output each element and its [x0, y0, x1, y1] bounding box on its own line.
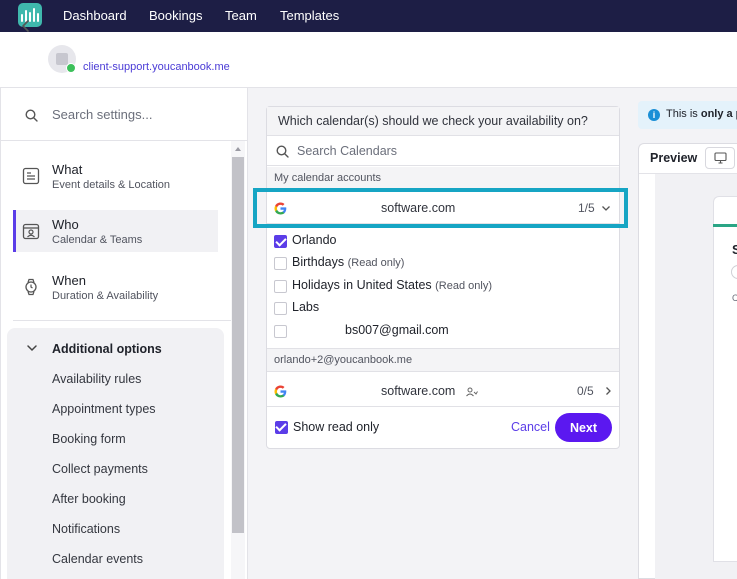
google-icon: [274, 385, 287, 398]
preview-heading: S: [732, 242, 737, 257]
calendar-checkbox[interactable]: [274, 325, 287, 338]
calendar-search-placeholder: Search Calendars: [297, 144, 398, 158]
calendar-checkbox[interactable]: [274, 257, 287, 270]
sidebar-item-subtitle: Calendar & Teams: [52, 234, 143, 246]
sidebar-item-title: Who: [52, 217, 79, 232]
search-icon: [25, 109, 38, 122]
show-read-only-checkbox[interactable]: [275, 421, 288, 434]
calendar-checkbox[interactable]: [274, 235, 287, 248]
calendar-question-text: Which calendar(s) should we check your a…: [278, 114, 588, 128]
document-icon: [22, 167, 40, 185]
nav-dashboard[interactable]: Dashboard: [63, 8, 127, 23]
info-banner-text: This is: [666, 108, 698, 120]
group-label-second-account: orlando+2@youcanbook.me: [267, 348, 619, 372]
shared-users-icon: [466, 387, 478, 397]
calendar-item-label: Holidays in United States: [292, 278, 432, 292]
sidebar-item-title: What: [52, 162, 83, 177]
sidebar-divider: [13, 320, 231, 321]
settings-search[interactable]: Search settings...: [0, 88, 248, 141]
additional-item-appointment-types[interactable]: Appointment types: [52, 402, 156, 416]
read-only-tag: (Read only): [347, 257, 405, 269]
monitor-icon: [714, 152, 727, 164]
info-banner-bold: only a p: [700, 108, 737, 120]
chevron-down-icon[interactable]: [26, 342, 38, 354]
sidebar-item-title: When: [52, 273, 86, 288]
additional-options-section: [7, 328, 224, 579]
next-button[interactable]: Next: [555, 413, 612, 442]
sidebar-item-when[interactable]: When Duration & Availability: [13, 266, 218, 308]
selected-account-highlight: [253, 188, 628, 228]
calendar-checkbox[interactable]: [274, 302, 287, 315]
calendar-search-input[interactable]: Search Calendars: [267, 137, 619, 166]
online-status-dot: [66, 63, 76, 73]
tab-preview[interactable]: Preview: [650, 151, 697, 165]
show-read-only-label: Show read only: [293, 420, 380, 434]
cancel-button[interactable]: Cancel: [511, 420, 550, 434]
additional-item-booking-form[interactable]: Booking form: [52, 432, 126, 446]
additional-item-after-booking[interactable]: After booking: [52, 492, 126, 506]
info-banner: i This is only a p: [638, 101, 737, 129]
sidebar-item-who[interactable]: Who Calendar & Teams: [13, 210, 218, 252]
search-icon: [276, 145, 289, 158]
nav-team[interactable]: Team: [225, 8, 257, 23]
additional-item-collect-payments[interactable]: Collect payments: [52, 462, 148, 476]
nav-bookings[interactable]: Bookings: [149, 8, 202, 23]
watch-icon: [25, 278, 37, 296]
desktop-view-button[interactable]: [705, 147, 735, 169]
calendar-account-name: software.com: [381, 384, 456, 398]
read-only-tag: (Read only): [435, 280, 492, 292]
calendar-item-label: Orlando: [292, 233, 337, 247]
calendar-item-label: bs007@gmail.com: [345, 323, 449, 337]
sidebar-item-subtitle: Event details & Location: [52, 179, 171, 191]
scroll-up-arrow-icon[interactable]: [235, 147, 241, 151]
page-header: [0, 32, 737, 88]
preview-accent-bar: [713, 224, 737, 227]
calendar-checkbox[interactable]: [274, 280, 287, 293]
top-nav: Dashboard Bookings Team Templates: [0, 0, 737, 32]
back-arrow-icon[interactable]: [18, 18, 34, 34]
calendar-item-label: Labs: [292, 300, 320, 314]
chevron-right-icon[interactable]: [603, 386, 613, 396]
sidebar-scroll-thumb[interactable]: [232, 157, 244, 533]
settings-search-placeholder: Search settings...: [52, 107, 153, 122]
sidebar-item-what[interactable]: What Event details & Location: [13, 155, 218, 197]
additional-item-availability-rules[interactable]: Availability rules: [52, 372, 141, 386]
page-url-link[interactable]: client-support.youcanbook.me: [83, 61, 230, 73]
additional-item-calendar-events[interactable]: Calendar events: [52, 552, 143, 566]
additional-item-notifications[interactable]: Notifications: [52, 522, 120, 536]
info-icon: i: [648, 109, 660, 121]
calendar-question-header: Which calendar(s) should we check your a…: [267, 107, 619, 136]
preview-subtext: C: [732, 293, 737, 303]
additional-options-toggle[interactable]: Additional options: [52, 342, 162, 356]
calendar-picker-footer: Show read only Cancel Next: [267, 408, 619, 448]
sidebar-item-subtitle: Duration & Availability: [52, 290, 159, 302]
calendar-item-label: Birthdays: [292, 255, 345, 269]
nav-templates[interactable]: Templates: [280, 8, 339, 23]
calendar-account-count: 0/5: [577, 384, 594, 398]
calendar-person-icon: [22, 223, 40, 240]
calendar-account-row[interactable]: software.com 0/5: [267, 377, 619, 407]
